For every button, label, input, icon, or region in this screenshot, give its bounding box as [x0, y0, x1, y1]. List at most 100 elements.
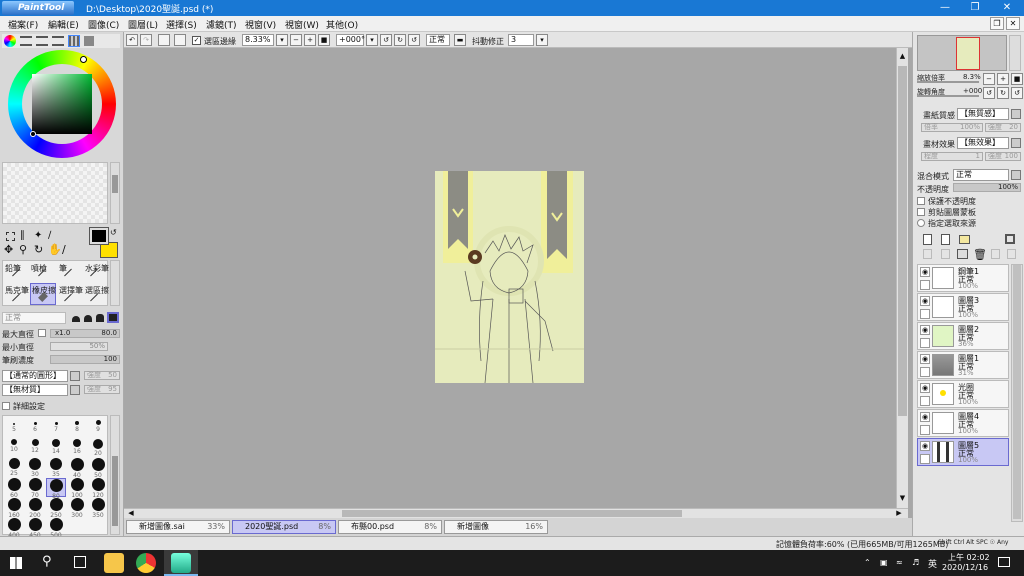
task-view-icon[interactable] [74, 556, 86, 568]
swatches-tab-icon[interactable] [68, 35, 80, 47]
layer-mask-icon[interactable] [1005, 234, 1015, 244]
brush-edge-3-icon[interactable] [96, 314, 104, 322]
paper-texture-dropdown-icon[interactable] [1011, 109, 1021, 119]
saturation-value-square[interactable] [32, 74, 92, 134]
menu-close-icon[interactable]: ✕ [1006, 17, 1020, 30]
layer-visibility-icon[interactable]: ◉ [920, 325, 930, 335]
layer-select-checkbox[interactable] [920, 309, 930, 319]
close-button[interactable]: ✕ [992, 0, 1022, 16]
brush-size-cell[interactable]: 60 [4, 478, 24, 499]
brush-size-cell[interactable]: 35 [46, 458, 66, 478]
brush-effect-dropdown-icon[interactable] [1011, 138, 1021, 148]
layer-row[interactable]: ◉ 圖層5 正常 100% [917, 438, 1009, 466]
brush-shape-select[interactable]: 【通常的圓形】 [2, 370, 68, 382]
ime-indicator[interactable]: 英 [928, 557, 937, 570]
search-icon[interactable]: ⚲ [42, 554, 52, 569]
canvas-horizontal-scrollbar[interactable]: ◀ ▶ [124, 508, 908, 518]
brush-size-cell[interactable]: 25 [4, 458, 24, 477]
layer-select-checkbox[interactable] [920, 454, 930, 464]
brush-texture-select[interactable]: 【無材質】 [2, 384, 68, 396]
brush-texture-dropdown-icon[interactable] [70, 385, 80, 395]
menu-canvas[interactable]: 圖像(C) [88, 18, 119, 31]
color-wheel-tab-icon[interactable] [4, 35, 16, 47]
blend-mode-select[interactable]: 正常 [953, 169, 1009, 181]
canvas-vertical-scrollbar[interactable]: ▲ ▼ [896, 48, 908, 508]
brush-size-cell[interactable]: 16 [67, 438, 87, 457]
show-hidden-icons[interactable]: ⌃ [864, 558, 871, 567]
brush-size-cell[interactable]: 70 [25, 478, 45, 499]
layer-select-checkbox[interactable] [920, 367, 930, 377]
layer-row[interactable]: ◉ 圖層4 正常 100% [917, 409, 1009, 437]
nav-zoom-reset-icon[interactable]: ■ [1011, 73, 1023, 85]
hsv-slider-tab-icon[interactable] [36, 36, 48, 46]
nav-rotate-reset-icon[interactable]: ↺ [1011, 87, 1023, 99]
max-diameter-checkbox[interactable] [38, 329, 46, 337]
brush-size-cell[interactable]: 450 [25, 518, 45, 539]
minimize-button[interactable]: — [930, 0, 960, 16]
layer-row[interactable]: ◉ 光圈 正常 100% [917, 380, 1009, 408]
menu-view[interactable]: 視窗(V) [245, 18, 276, 31]
menu-edit[interactable]: 編輯(E) [48, 18, 79, 31]
menu-layer[interactable]: 圖層(L) [128, 18, 158, 31]
layer-visibility-icon[interactable]: ◉ [920, 383, 930, 393]
paper-texture-select[interactable]: 【無質感】 [957, 108, 1009, 120]
brush-size-cell[interactable]: 120 [88, 478, 108, 499]
brush-size-cell[interactable]: 12 [25, 438, 45, 457]
brush-size-cell[interactable]: 400 [4, 518, 24, 539]
angle-field[interactable]: +000° [336, 34, 365, 46]
paper-scale-slider[interactable]: 倍率 100% [921, 123, 983, 132]
brush-size-cell[interactable]: 9 [88, 418, 108, 437]
brush-size-cell[interactable]: 30 [25, 458, 45, 478]
layer-row[interactable]: ◉ 圖層1 正常 31% [917, 351, 1009, 379]
layer-visibility-icon[interactable]: ◉ [920, 267, 930, 277]
scratchpad[interactable] [2, 162, 108, 224]
protect-opacity-checkbox[interactable] [917, 197, 925, 205]
nav-zoom-slider[interactable] [917, 81, 979, 83]
move-icon[interactable]: ✥ [4, 243, 13, 256]
brush-shape-dropdown-icon[interactable] [70, 371, 80, 381]
blend-mode-dropdown-icon[interactable] [1011, 170, 1021, 180]
layer-row[interactable]: ◉ 圖層2 正常 36% [917, 322, 1009, 350]
secondary-color-swatch[interactable] [100, 242, 118, 258]
brush-size-cell[interactable]: 10 [4, 438, 24, 457]
vertical-scroll-thumb[interactable] [898, 66, 907, 416]
clock-date[interactable]: 2020/12/16 [942, 563, 988, 572]
nav-rotate-left-icon[interactable]: ↺ [983, 87, 995, 99]
transfer-down-icon[interactable] [923, 249, 932, 259]
horizontal-scroll-thumb[interactable] [342, 510, 682, 517]
delete-layer-icon[interactable]: 🗑 [973, 248, 987, 261]
clipping-mask-checkbox[interactable] [917, 208, 925, 216]
clear-layer-icon[interactable] [957, 249, 968, 259]
tab-new-image-sai[interactable]: 新增圖像.sai 33% [126, 520, 230, 534]
layer-row[interactable]: ◉ 圖層3 正常 100% [917, 293, 1009, 321]
brush-edge-2-icon[interactable] [84, 315, 92, 322]
layer-select-checkbox[interactable] [920, 425, 930, 435]
layer-select-checkbox[interactable] [920, 280, 930, 290]
layer-visibility-icon[interactable]: ◉ [920, 441, 930, 451]
merge-down-icon[interactable] [941, 249, 950, 259]
undo-icon[interactable]: ↶ [126, 34, 138, 46]
brush-size-cell[interactable]: 250 [46, 498, 66, 519]
magic-wand-icon[interactable]: ✦ [34, 230, 42, 241]
new-linework-layer-icon[interactable] [941, 234, 950, 245]
stabilizer-field[interactable]: 3 [508, 34, 534, 46]
tab-2020-christmas-psd[interactable]: 2020聖誕.psd 8% [232, 520, 336, 534]
nav-zoom-in-icon[interactable]: + [997, 73, 1009, 85]
brush-size-cell[interactable]: 350 [88, 498, 108, 519]
brush-size-cell[interactable]: 160 [4, 498, 24, 519]
texture-strength-slider[interactable]: 強度 95 [84, 385, 120, 394]
new-folder-icon[interactable] [959, 235, 970, 244]
brush-size-cell[interactable]: 20 [88, 438, 108, 457]
menu-select[interactable]: 選擇(S) [166, 18, 197, 31]
nav-rotate-right-icon[interactable]: ↻ [997, 87, 1009, 99]
brush-size-cell[interactable]: 5 [4, 418, 24, 437]
hue-marker[interactable] [80, 56, 87, 63]
brush-size-cell[interactable]: 200 [25, 498, 45, 519]
scroll-up-icon[interactable]: ▲ [898, 52, 907, 62]
rect-select-icon[interactable] [6, 232, 15, 241]
scratchpad-scrollbar[interactable] [110, 162, 120, 224]
navigator-preview[interactable] [917, 35, 1007, 71]
swap-colors-icon[interactable]: ↺ [110, 228, 117, 237]
file-explorer-icon[interactable] [104, 553, 124, 573]
rotate-left-icon[interactable]: ↺ [380, 34, 392, 46]
